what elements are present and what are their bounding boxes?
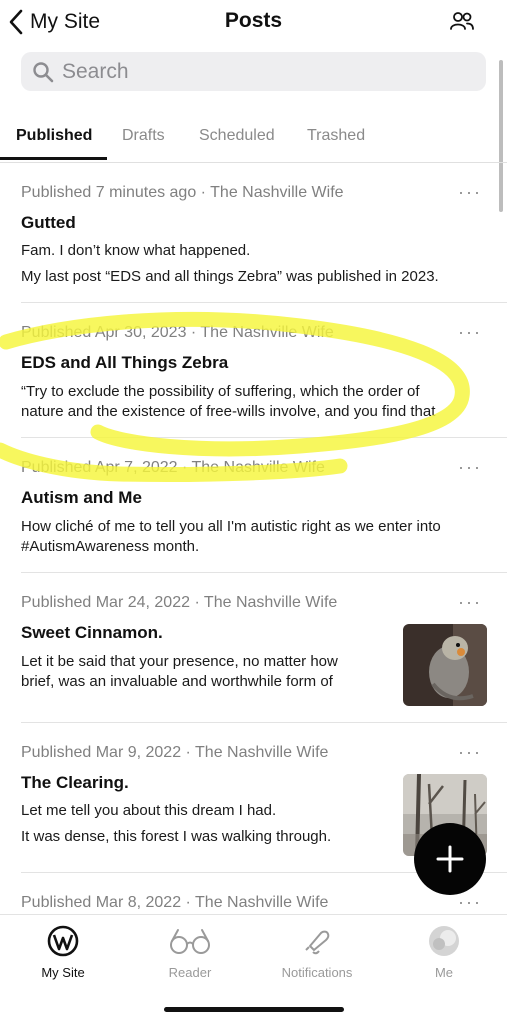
search-icon bbox=[33, 61, 54, 82]
more-options-icon[interactable]: ··· bbox=[458, 593, 482, 611]
people-icon[interactable] bbox=[448, 9, 476, 33]
tab-label: Reader bbox=[168, 965, 212, 980]
post-meta: Published Apr 7, 2022 · The Nashville Wi… bbox=[21, 459, 325, 476]
post-meta: Published Apr 30, 2023 · The Nashville W… bbox=[21, 324, 334, 341]
post-meta: Published 7 minutes ago · The Nashville … bbox=[21, 184, 344, 201]
page-title: Posts bbox=[224, 9, 283, 32]
tab-label: Notifications bbox=[281, 965, 353, 980]
tab-label: My Site bbox=[41, 965, 85, 980]
post-meta: Published Mar 9, 2022 · The Nashville Wi… bbox=[21, 744, 329, 761]
tab-scheduled[interactable]: Scheduled bbox=[199, 127, 275, 145]
post-title: Gutted bbox=[21, 213, 76, 232]
plus-icon bbox=[436, 845, 464, 873]
post-title: The Clearing. bbox=[21, 773, 129, 792]
tab-trashed[interactable]: Trashed bbox=[307, 127, 365, 145]
post-excerpt-line: #AutismAwareness month. bbox=[21, 538, 200, 555]
tab-me[interactable]: Me bbox=[389, 925, 499, 980]
search-input[interactable] bbox=[62, 59, 462, 84]
post-meta: Published Mar 8, 2022 · The Nashville Wi… bbox=[21, 894, 329, 911]
post-excerpt-line: nature and the existence of free-wills i… bbox=[21, 403, 436, 420]
post-excerpt-line: How cliché of me to tell you all I'm aut… bbox=[21, 518, 441, 535]
post-excerpt-line: Let it be said that your presence, no ma… bbox=[21, 653, 338, 670]
tab-my-site[interactable]: My Site bbox=[8, 925, 118, 980]
post-thumbnail-bird bbox=[403, 624, 487, 706]
post-title: Autism and Me bbox=[21, 488, 142, 507]
active-tab-indicator bbox=[0, 157, 107, 160]
post-excerpt-line: “Try to exclude the possibility of suffe… bbox=[21, 383, 420, 400]
post-excerpt-line: brief, was an invaluable and worthwhile … bbox=[21, 673, 333, 690]
more-options-icon[interactable]: ··· bbox=[458, 323, 482, 341]
post-meta: Published Mar 24, 2022 · The Nashville W… bbox=[21, 594, 338, 611]
more-options-icon[interactable]: ··· bbox=[458, 183, 482, 201]
post-excerpt-line: Let me tell you about this dream I had. bbox=[21, 802, 277, 819]
wordpress-icon bbox=[47, 925, 79, 957]
divider bbox=[21, 722, 507, 723]
home-indicator[interactable] bbox=[164, 1007, 344, 1012]
more-options-icon[interactable]: ··· bbox=[458, 458, 482, 476]
tab-label: Me bbox=[434, 965, 454, 980]
tab-published[interactable]: Published bbox=[16, 127, 92, 145]
post-excerpt-line: It was dense, this forest I was walking … bbox=[21, 828, 332, 845]
glasses-icon bbox=[170, 929, 210, 954]
more-options-icon[interactable]: ··· bbox=[458, 743, 482, 761]
divider bbox=[21, 302, 507, 303]
divider bbox=[21, 572, 507, 573]
post-title: EDS and All Things Zebra bbox=[21, 353, 229, 372]
divider bbox=[21, 437, 507, 438]
bell-icon bbox=[305, 930, 330, 955]
create-post-button[interactable] bbox=[414, 823, 486, 895]
post-title: Sweet Cinnamon. bbox=[21, 623, 163, 642]
tab-drafts[interactable]: Drafts bbox=[122, 127, 165, 145]
tab-notifications[interactable]: Notifications bbox=[262, 925, 372, 980]
avatar-icon bbox=[429, 926, 459, 956]
tab-reader[interactable]: Reader bbox=[135, 925, 245, 980]
post-excerpt-line: Fam. I don’t know what happened. bbox=[21, 242, 251, 259]
post-excerpt-line: My last post “EDS and all things Zebra” … bbox=[21, 268, 439, 285]
search-bar[interactable] bbox=[21, 52, 486, 91]
more-options-icon[interactable]: ··· bbox=[458, 893, 482, 911]
